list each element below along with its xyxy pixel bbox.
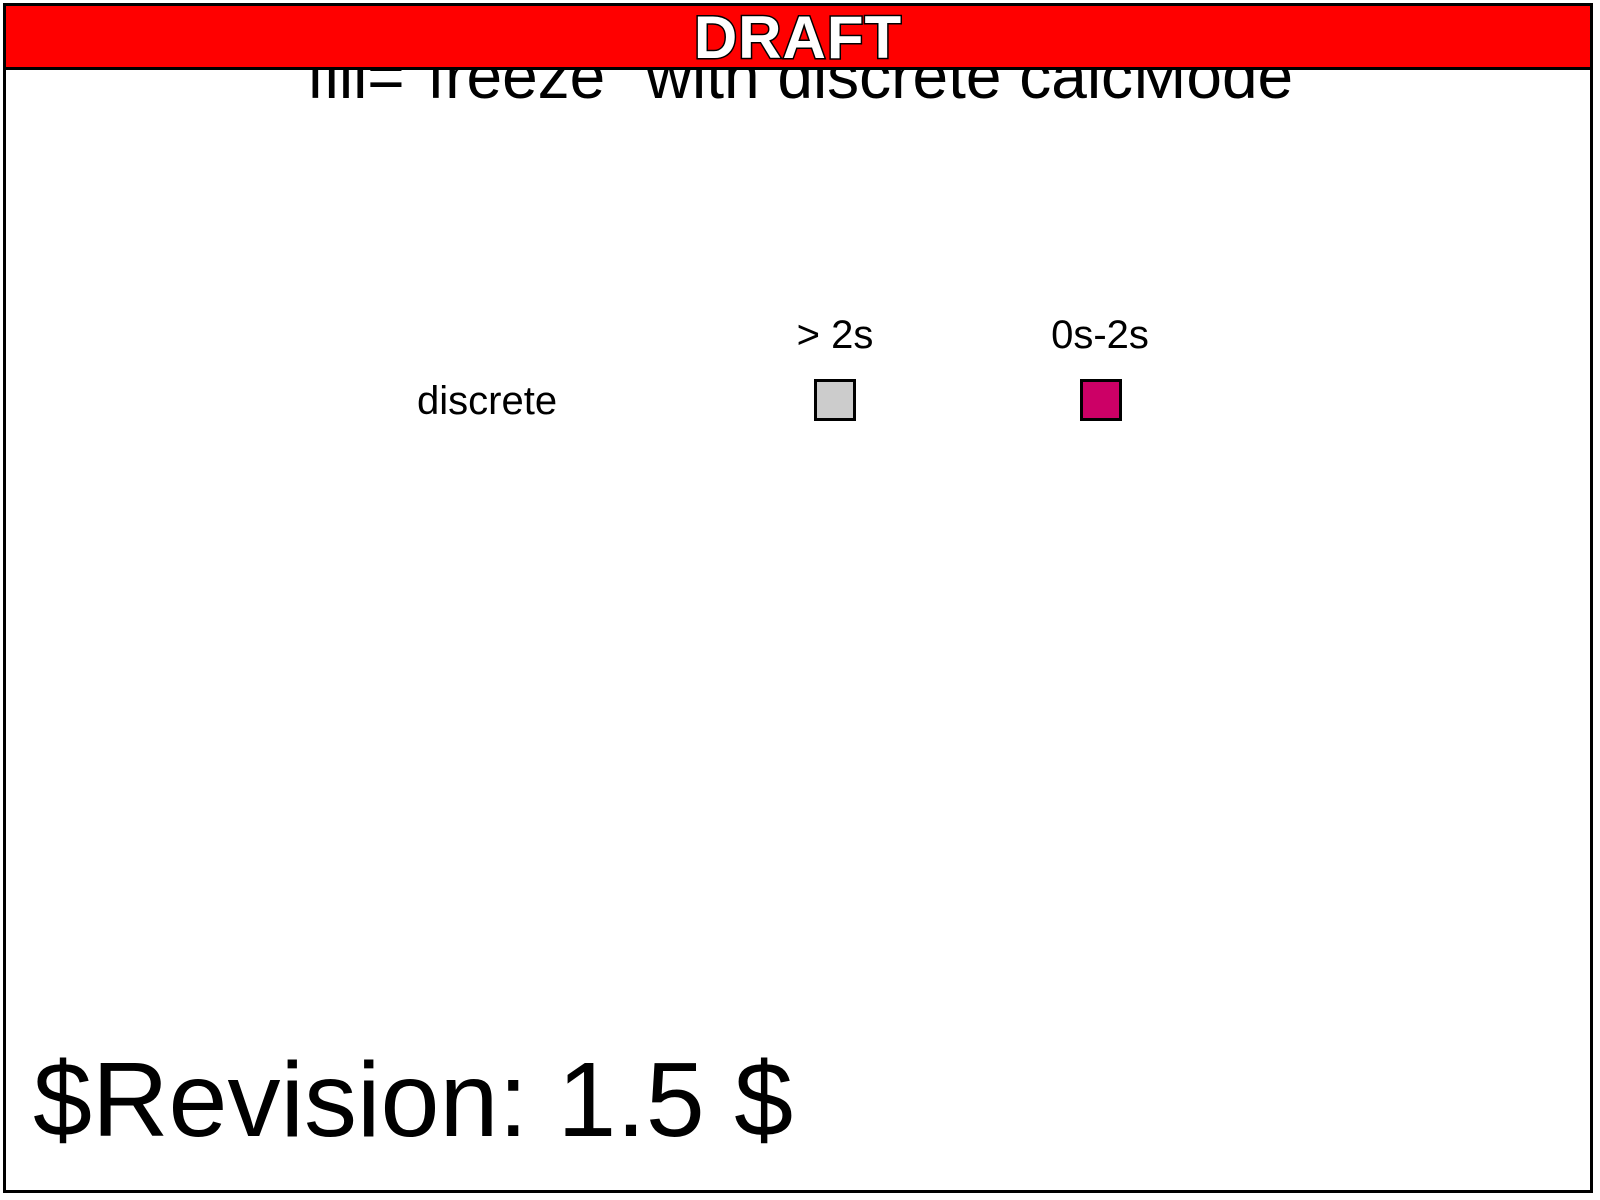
draft-banner: DRAFT	[3, 3, 1593, 71]
draft-label: DRAFT	[692, 4, 903, 71]
revision-label: $Revision: 1.5 $	[33, 1041, 794, 1159]
column-label-after-2s: > 2s	[796, 313, 874, 357]
swatch-0s-2s	[1080, 379, 1122, 421]
swatch-after-2s	[814, 379, 856, 421]
column-label-0s-2s: 0s-2s	[1051, 313, 1149, 357]
test-frame	[3, 3, 1593, 1193]
row-label-discrete: discrete	[417, 379, 558, 423]
